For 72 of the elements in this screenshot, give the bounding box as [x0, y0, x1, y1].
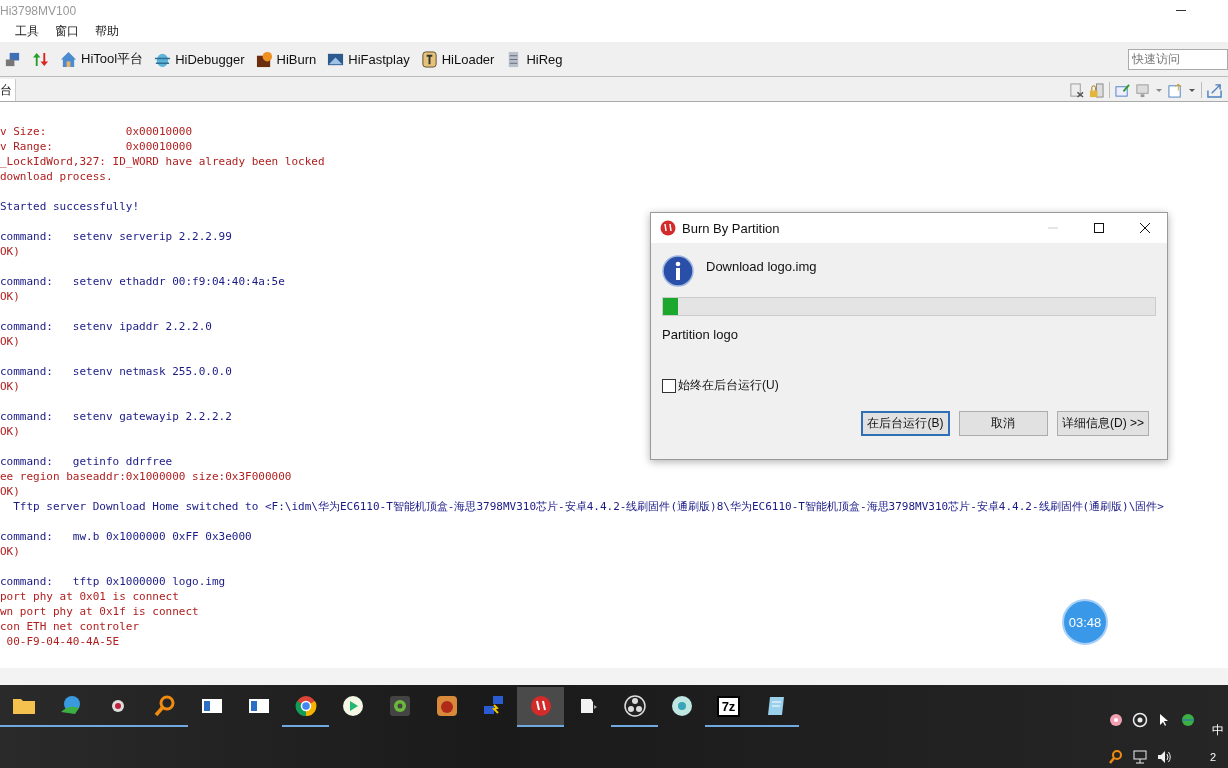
gear-icon [387, 694, 412, 718]
caret-icon[interactable] [1188, 86, 1196, 94]
search-icon [152, 694, 177, 718]
menu-item[interactable]: 窗口 [55, 23, 79, 40]
document-icon[interactable] [1069, 82, 1084, 98]
menu-item[interactable]: 工具 [15, 23, 39, 40]
maximize-icon[interactable] [1093, 222, 1105, 234]
toolbar-link[interactable]: HiReg [526, 51, 563, 67]
clock[interactable]: 2 [1210, 751, 1217, 763]
play-icon [340, 694, 365, 718]
console-line: command: getinfo ddrfree [0, 455, 173, 468]
console-line: OK) [0, 485, 20, 498]
info-icon [662, 255, 694, 287]
toolbar-link[interactable]: HiLoader [441, 51, 495, 67]
checkbox[interactable] [662, 378, 676, 393]
menu-item[interactable]: 帮助 [95, 23, 119, 40]
console-line: OK) [0, 335, 20, 348]
arrows-icon[interactable] [32, 50, 49, 68]
console-line: OK) [0, 290, 20, 303]
console-line: command: tftp 0x1000000 logo.img [0, 575, 226, 588]
globe-icon[interactable] [1180, 711, 1196, 728]
taskbar-button[interactable]: 7z [705, 687, 752, 727]
console-line: OK) [0, 380, 20, 393]
console-line: wn port phy at 0x1f is connect [0, 605, 199, 618]
lock-icon[interactable] [1089, 82, 1104, 98]
checkbox-label[interactable]: 始终在后台运行(U) [678, 377, 779, 394]
console-line: OK) [0, 425, 20, 438]
toolbar-link[interactable]: HiFastplay [348, 51, 410, 67]
console-line: OK) [0, 245, 20, 258]
caret-icon[interactable] [1155, 86, 1163, 94]
console-line: command: setenv serverip 2.2.2.99 [0, 230, 232, 243]
app-logo-icon [528, 694, 553, 718]
quick-access-field[interactable]: 快速访问 [1128, 48, 1228, 70]
console-line: ee region baseaddr:0x1000000 size:0x3F000000 [0, 470, 292, 483]
console-line: 00-F9-04-40-4A-5E [5, 635, 120, 648]
console-line: command: setenv netmask 255.0.0.0 [0, 365, 232, 378]
dialog-message: Download logo.img [706, 259, 817, 274]
toolbar-link[interactable]: HiBurn [276, 51, 317, 67]
browser-icon [293, 694, 318, 718]
computer-icon[interactable] [4, 50, 21, 68]
search-icon[interactable] [1108, 749, 1124, 765]
console-line: v Range: 0x00010000 [0, 140, 193, 153]
console-line: v Size: 0x00010000 [0, 125, 193, 138]
dialog-button[interactable]: 取消 [959, 411, 1048, 436]
console-line: OK) [0, 545, 20, 558]
status-text: Partition logo [662, 327, 738, 342]
ime-indicator[interactable]: 中 [1212, 722, 1224, 739]
close-icon[interactable] [1139, 222, 1151, 234]
console-line: Started successfully! [0, 200, 140, 213]
aperture-icon[interactable] [1132, 711, 1148, 728]
console-tab[interactable]: 台 [0, 79, 16, 101]
console-line: command: setenv ipaddr 2.2.2.0 [0, 320, 212, 333]
console-line: _LockIdWord,327: ID_WORD have already been locked [0, 155, 325, 168]
toolbar-link[interactable]: HiDebugger [175, 51, 245, 67]
window-title: Hi3798MV100 [0, 3, 77, 18]
console-line: Tftp server Download Home switched to <F:\idm\华为EC6110-T智能机顶盒-海思3798MV310芯片-安卓4.4.2-线刷固件(通刷版)8\华为EC6110-T智能机顶盒-海思3798MV310芯片-安卓4.4.2-线刷固件(通刷版)\固件> [12, 500, 1164, 513]
console-line: port phy at 0x01 is connect [0, 590, 179, 603]
aperture-icon [622, 694, 647, 718]
dialog-button[interactable]: 在后台运行(B) [861, 411, 950, 436]
console-line: command: setenv ethaddr 00:f9:04:40:4a:5e [0, 275, 285, 288]
dialog-button[interactable]: 详细信息(D) >> [1057, 411, 1149, 436]
toolbar-link[interactable]: HiTool平台 [81, 50, 144, 68]
burner-icon [434, 694, 459, 718]
network-icon[interactable] [1132, 749, 1148, 765]
console-line: download process. [0, 170, 113, 183]
console-line: con ETH net controler [0, 620, 140, 633]
console-line: command: mw.b 0x1000000 0xFF 0x3e000 [0, 530, 252, 543]
console-line: command: setenv gatewayip 2.2.2.2 [0, 410, 232, 423]
house-icon[interactable] [60, 50, 77, 68]
dialog-title: Burn By Partition [682, 220, 780, 236]
volume-icon[interactable] [1156, 749, 1172, 765]
app-logo-icon [660, 220, 676, 236]
